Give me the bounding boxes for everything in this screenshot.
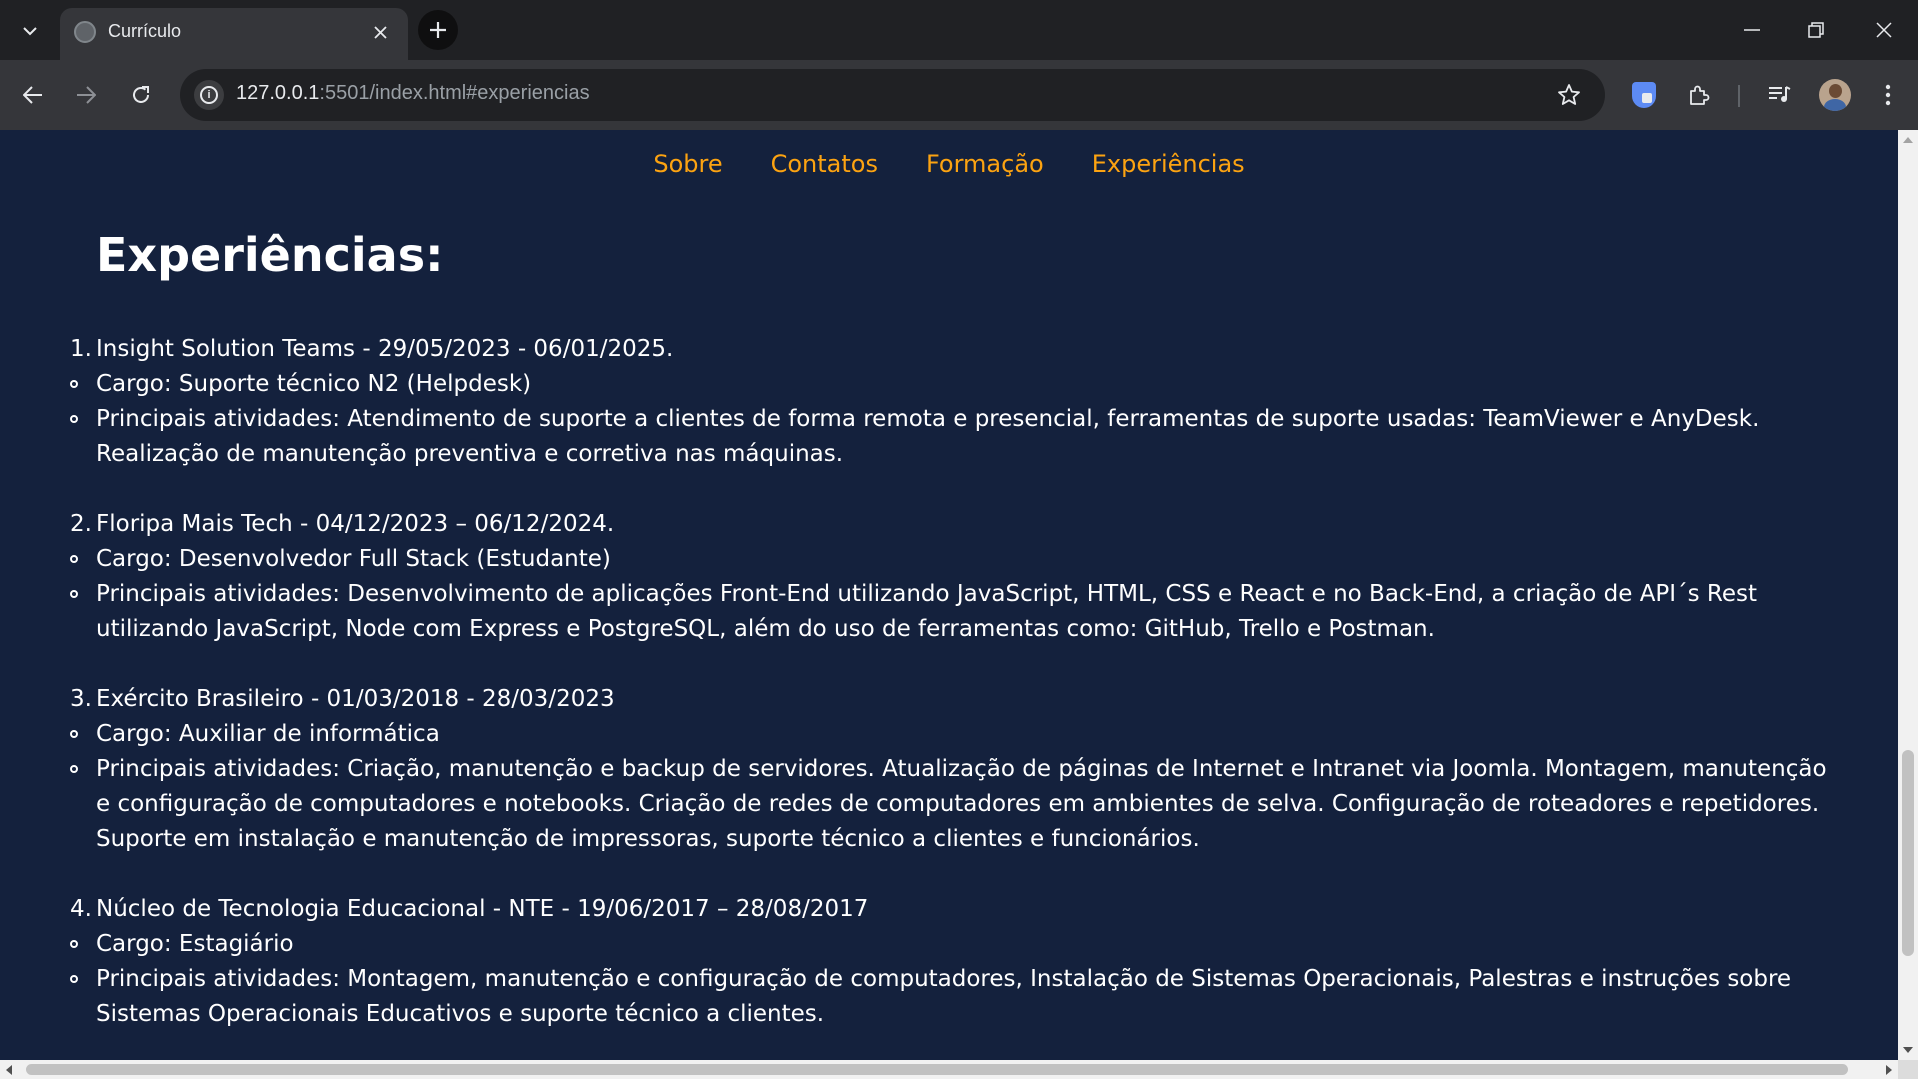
bullet-icon bbox=[70, 380, 78, 388]
experience-title: Núcleo de Tecnologia Educacional - NTE -… bbox=[96, 896, 869, 922]
experience-item: 2. Floripa Mais Tech - 04/12/2023 – 06/1… bbox=[0, 507, 1898, 647]
experience-role: Cargo: Estagiário bbox=[0, 927, 1898, 962]
experience-number: 1. bbox=[70, 336, 92, 362]
browser-toolbar: i 127.0.0.1:5501/index.html#experiencias bbox=[0, 60, 1918, 130]
experience-activities: Principais atividades: Desenvolvimento d… bbox=[0, 577, 1898, 647]
puzzle-icon[interactable] bbox=[1681, 77, 1717, 113]
experience-role-text: Cargo: Desenvolvedor Full Stack (Estudan… bbox=[96, 546, 611, 572]
experience-heading: 1. Insight Solution Teams - 29/05/2023 -… bbox=[0, 332, 1898, 367]
experience-title: Floripa Mais Tech - 04/12/2023 – 06/12/2… bbox=[96, 511, 615, 537]
page-title: Experiências: bbox=[96, 228, 444, 282]
scroll-up-icon[interactable] bbox=[1903, 137, 1913, 143]
bullet-icon bbox=[70, 415, 78, 423]
bullet-icon bbox=[70, 975, 78, 983]
experience-activities: Principais atividades: Criação, manutenç… bbox=[0, 752, 1898, 857]
nav-link-contatos[interactable]: Contatos bbox=[771, 150, 878, 178]
experience-item: 1. Insight Solution Teams - 29/05/2023 -… bbox=[0, 332, 1898, 472]
forward-button[interactable] bbox=[66, 75, 106, 115]
avatar[interactable] bbox=[1819, 79, 1851, 111]
tab-strip: Currículo bbox=[0, 0, 1918, 60]
scroll-left-icon[interactable] bbox=[6, 1065, 12, 1075]
experience-number: 2. bbox=[70, 511, 92, 537]
media-control-icon[interactable] bbox=[1762, 77, 1798, 113]
url-text[interactable]: 127.0.0.1:5501/index.html#experiencias bbox=[236, 82, 590, 105]
experience-activities-text: Principais atividades: Atendimento de su… bbox=[96, 406, 1760, 467]
browser-tab[interactable]: Currículo bbox=[60, 8, 408, 60]
scroll-right-icon[interactable] bbox=[1886, 1065, 1892, 1075]
bullet-icon bbox=[70, 765, 78, 773]
star-icon[interactable] bbox=[1553, 79, 1585, 111]
info-icon: i bbox=[200, 86, 218, 104]
plus-icon bbox=[430, 22, 446, 38]
back-button[interactable] bbox=[13, 75, 53, 115]
experience-activities: Principais atividades: Montagem, manuten… bbox=[0, 962, 1898, 1032]
horizontal-scroll-thumb[interactable] bbox=[26, 1064, 1848, 1075]
arrow-right-icon bbox=[77, 86, 96, 104]
horizontal-scrollbar[interactable] bbox=[0, 1060, 1898, 1079]
minimize-icon bbox=[1744, 29, 1760, 31]
experience-activities-text: Principais atividades: Desenvolvimento d… bbox=[96, 581, 1757, 642]
scrollbar-corner bbox=[1898, 1060, 1918, 1079]
experience-activities-text: Principais atividades: Montagem, manuten… bbox=[96, 966, 1792, 1027]
vertical-scrollbar[interactable] bbox=[1898, 130, 1918, 1060]
bullet-icon bbox=[70, 940, 78, 948]
bullet-icon bbox=[70, 590, 78, 598]
nav-link-sobre[interactable]: Sobre bbox=[653, 150, 722, 178]
experience-title: Exército Brasileiro - 01/03/2018 - 28/03… bbox=[96, 686, 615, 712]
toolbar-divider bbox=[1738, 85, 1740, 107]
minimize-button[interactable] bbox=[1718, 0, 1786, 60]
url-path: :5501/index.html#experiencias bbox=[319, 82, 590, 104]
bullet-icon bbox=[70, 555, 78, 563]
close-icon[interactable] bbox=[366, 18, 394, 46]
experience-number: 3. bbox=[70, 686, 92, 712]
experience-title: Insight Solution Teams - 29/05/2023 - 06… bbox=[96, 336, 674, 362]
kebab-menu-icon[interactable] bbox=[1870, 77, 1906, 113]
reload-button[interactable] bbox=[121, 75, 161, 115]
experience-heading: 2. Floripa Mais Tech - 04/12/2023 – 06/1… bbox=[0, 507, 1898, 542]
site-info-button[interactable]: i bbox=[194, 80, 224, 110]
new-tab-button[interactable] bbox=[418, 10, 458, 50]
arrow-left-icon bbox=[23, 86, 42, 104]
restore-button[interactable] bbox=[1782, 0, 1850, 60]
globe-icon bbox=[74, 21, 96, 43]
experience-activities: Principais atividades: Atendimento de su… bbox=[0, 402, 1898, 472]
tab-title: Currículo bbox=[108, 21, 182, 41]
address-bar[interactable]: i 127.0.0.1:5501/index.html#experiencias bbox=[180, 69, 1605, 121]
shield-icon[interactable] bbox=[1626, 77, 1662, 113]
experience-role-text: Cargo: Estagiário bbox=[96, 931, 294, 957]
vertical-scroll-thumb[interactable] bbox=[1902, 750, 1914, 956]
experience-item: 3. Exército Brasileiro - 01/03/2018 - 28… bbox=[0, 682, 1898, 857]
bullet-icon bbox=[70, 730, 78, 738]
page-viewport: Sobre Contatos Formação Experiências Exp… bbox=[0, 130, 1898, 1060]
experience-role-text: Cargo: Suporte técnico N2 (Helpdesk) bbox=[96, 371, 532, 397]
restore-icon bbox=[1808, 22, 1824, 38]
experience-role: Cargo: Suporte técnico N2 (Helpdesk) bbox=[0, 367, 1898, 402]
experience-item: 4. Núcleo de Tecnologia Educacional - NT… bbox=[0, 892, 1898, 1032]
close-icon bbox=[1876, 22, 1892, 38]
nav-link-formacao[interactable]: Formação bbox=[926, 150, 1044, 178]
experience-number: 4. bbox=[70, 896, 92, 922]
experience-role: Cargo: Auxiliar de informática bbox=[0, 717, 1898, 752]
experience-activities-text: Principais atividades: Criação, manutenç… bbox=[96, 756, 1827, 852]
page-nav: Sobre Contatos Formação Experiências bbox=[0, 150, 1898, 178]
experience-role: Cargo: Desenvolvedor Full Stack (Estudan… bbox=[0, 542, 1898, 577]
close-window-button[interactable] bbox=[1850, 0, 1918, 60]
nav-link-experiencias[interactable]: Experiências bbox=[1092, 150, 1245, 178]
reload-icon bbox=[133, 86, 149, 103]
experience-heading: 4. Núcleo de Tecnologia Educacional - NT… bbox=[0, 892, 1898, 927]
scroll-down-icon[interactable] bbox=[1903, 1047, 1913, 1053]
url-host: 127.0.0.1 bbox=[236, 82, 320, 104]
chevron-down-icon[interactable] bbox=[14, 15, 46, 47]
experience-role-text: Cargo: Auxiliar de informática bbox=[96, 721, 440, 747]
experience-heading: 3. Exército Brasileiro - 01/03/2018 - 28… bbox=[0, 682, 1898, 717]
